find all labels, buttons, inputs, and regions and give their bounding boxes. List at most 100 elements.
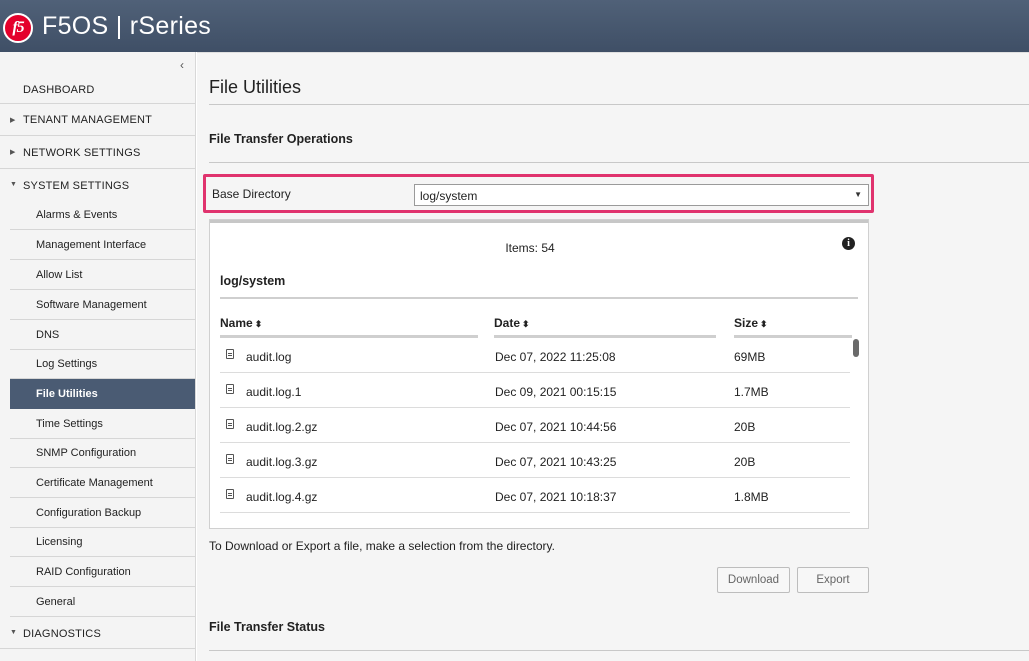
download-button[interactable]: Download: [717, 567, 790, 593]
sort-icon: ⬍: [254, 319, 263, 329]
sidebar-item-snmp-configuration[interactable]: SNMP Configuration: [10, 438, 195, 468]
divider: [220, 297, 858, 299]
sidebar-item-label: DNS: [36, 329, 60, 341]
scrollbar-thumb[interactable]: [853, 339, 859, 357]
base-directory-select[interactable]: log/system ▼: [414, 184, 869, 206]
table-row[interactable]: audit.log.1 Dec 09, 2021 00:15:15 1.7MB: [220, 373, 850, 408]
sort-icon: ⬍: [760, 319, 768, 329]
file-date: Dec 07, 2021 10:43:25: [495, 455, 617, 469]
column-header-label: Size: [734, 316, 759, 330]
current-path: log/system: [220, 274, 286, 288]
section-title-transfer-status: File Transfer Status: [209, 620, 326, 634]
file-browser-panel: Items: 54 i log/system Name ⬍ Date ⬍ Size ⬍…: [209, 219, 869, 529]
file-name: audit.log.2.gz: [246, 420, 318, 434]
column-header-label: Name: [220, 316, 253, 330]
items-count: Items: 54: [505, 241, 555, 255]
base-directory-row: Base Directory log/system ▼: [203, 174, 874, 213]
file-size: 1.7MB: [734, 385, 769, 399]
sidebar-item-network-settings[interactable]: ▶ NETWORK SETTINGS: [0, 136, 195, 169]
f5-logo: f5: [3, 13, 33, 43]
sidebar-item-label: General: [36, 596, 76, 608]
file-icon: [226, 419, 234, 429]
file-name: audit.log.3.gz: [246, 455, 318, 469]
sidebar-item-label: SNMP Configuration: [36, 447, 137, 459]
file-size: 69MB: [734, 350, 766, 364]
table-row[interactable]: audit.log.4.gz Dec 07, 2021 10:18:37 1.8…: [220, 478, 850, 513]
table-row[interactable]: audit.log Dec 07, 2022 11:25:08 69MB: [220, 338, 850, 373]
section-title-transfer-operations: File Transfer Operations: [209, 132, 353, 146]
sidebar-item-alarms-events[interactable]: Alarms & Events: [10, 200, 195, 230]
sidebar-item-diagnostics[interactable]: ▼ DIAGNOSTICS: [0, 617, 195, 649]
page-title: File Utilities: [209, 77, 302, 97]
sidebar-item-certificate-management[interactable]: Certificate Management: [10, 468, 195, 498]
sidebar-item-label: Certificate Management: [36, 477, 153, 489]
file-name: audit.log: [246, 350, 292, 364]
sidebar-item-label: Software Management: [36, 299, 147, 311]
sidebar-item-label: File Utilities: [36, 388, 98, 400]
sidebar-item-dns[interactable]: DNS: [10, 320, 195, 350]
collapse-sidebar-icon[interactable]: ‹: [180, 58, 184, 72]
sidebar-item-label: Log Settings: [36, 358, 98, 370]
export-button[interactable]: Export: [797, 567, 869, 593]
dropdown-caret-icon: ▼: [854, 190, 862, 199]
selection-hint: To Download or Export a file, make a sel…: [209, 539, 555, 553]
sidebar-item-general[interactable]: General: [10, 587, 195, 617]
table-row[interactable]: audit.log.2.gz Dec 07, 2021 10:44:56 20B: [220, 408, 850, 443]
file-name: audit.log.4.gz: [246, 490, 318, 504]
sidebar-item-dashboard[interactable]: DASHBOARD: [0, 74, 195, 104]
sidebar-item-log-settings[interactable]: Log Settings: [10, 349, 195, 379]
expand-arrow-icon: ▶: [10, 117, 16, 124]
expand-arrow-icon: ▶: [10, 149, 16, 156]
file-date: Dec 07, 2021 10:18:37: [495, 490, 617, 504]
file-icon: [226, 489, 234, 499]
column-header-size[interactable]: Size ⬍: [734, 316, 768, 330]
file-size: 1.8MB: [734, 490, 769, 504]
collapse-arrow-icon: ▼: [10, 629, 18, 636]
panel-top-border: [210, 220, 868, 223]
sidebar-item-label: TENANT MANAGEMENT: [23, 114, 153, 126]
app-title: F5OS | rSeries: [42, 12, 212, 40]
file-size: 20B: [734, 455, 756, 469]
collapse-arrow-icon: ▼: [10, 181, 18, 188]
sidebar-item-management-interface[interactable]: Management Interface: [10, 230, 195, 260]
divider: [209, 650, 1029, 651]
file-name: audit.log.1: [246, 385, 302, 399]
file-size: 20B: [734, 420, 756, 434]
sidebar-item-allow-list[interactable]: Allow List: [10, 260, 195, 290]
table-row[interactable]: audit.log.3.gz Dec 07, 2021 10:43:25 20B: [220, 443, 850, 478]
sidebar-item-system-settings[interactable]: ▼ SYSTEM SETTINGS: [0, 169, 195, 200]
main-content: File Utilities File Transfer Operations …: [197, 52, 1029, 661]
column-header-name[interactable]: Name ⬍: [220, 316, 262, 330]
file-icon: [226, 384, 234, 394]
sidebar: ‹ DASHBOARD ▶ TENANT MANAGEMENT ▶ NETWOR…: [0, 52, 196, 661]
file-date: Dec 07, 2022 11:25:08: [495, 350, 616, 364]
sidebar-item-label: DASHBOARD: [23, 84, 95, 96]
sidebar-item-label: Configuration Backup: [36, 507, 142, 519]
sidebar-item-file-utilities[interactable]: File Utilities: [10, 379, 195, 409]
column-header-label: Date: [494, 316, 521, 330]
sidebar-item-label: SYSTEM SETTINGS: [23, 180, 130, 192]
column-header-date[interactable]: Date ⬍: [494, 316, 530, 330]
file-icon: [226, 454, 234, 464]
top-header: f5 F5OS | rSeries: [0, 0, 1029, 52]
info-icon[interactable]: i: [842, 237, 855, 250]
divider: [209, 162, 1029, 163]
sidebar-item-label: RAID Configuration: [36, 566, 131, 578]
sidebar-item-tenant-management[interactable]: ▶ TENANT MANAGEMENT: [0, 104, 195, 136]
sidebar-item-label: Allow List: [36, 269, 83, 281]
sort-icon: ⬍: [522, 319, 530, 329]
sidebar-item-software-management[interactable]: Software Management: [10, 290, 195, 320]
sidebar-item-raid-configuration[interactable]: RAID Configuration: [10, 557, 195, 587]
sidebar-item-licensing[interactable]: Licensing: [10, 527, 195, 557]
sidebar-item-time-settings[interactable]: Time Settings: [10, 409, 195, 439]
base-directory-label: Base Directory: [212, 187, 291, 201]
file-date: Dec 09, 2021 00:15:15: [495, 385, 617, 399]
sidebar-item-label: DIAGNOSTICS: [23, 628, 101, 640]
sidebar-item-label: Alarms & Events: [36, 209, 118, 221]
sidebar-item-label: Licensing: [36, 536, 83, 548]
file-icon: [226, 349, 234, 359]
sidebar-item-label: NETWORK SETTINGS: [23, 147, 141, 159]
sidebar-item-configuration-backup[interactable]: Configuration Backup: [10, 498, 195, 528]
divider: [209, 104, 1029, 105]
file-list: audit.log Dec 07, 2022 11:25:08 69MB aud…: [220, 338, 850, 514]
